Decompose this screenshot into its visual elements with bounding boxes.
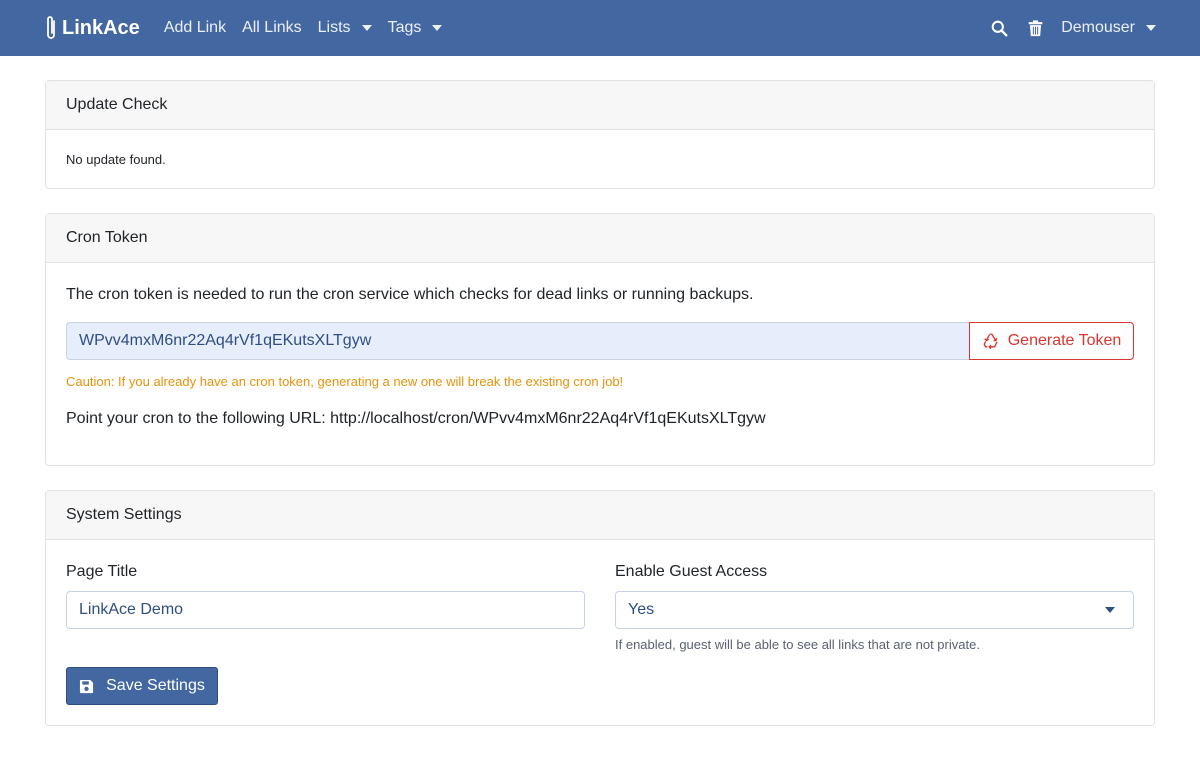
nav-right: Demouser — [989, 18, 1156, 38]
page-title-label: Page Title — [66, 563, 138, 580]
generate-token-button[interactable]: Generate Token — [969, 322, 1134, 360]
nav-links: Add Link All Links Lists Tags — [164, 19, 443, 37]
main-content: Update Check No update found. Cron Token… — [0, 56, 1200, 726]
page-title-input[interactable]: LinkAce Demo — [66, 591, 585, 629]
cron-token-description: The cron token is needed to run the cron… — [66, 286, 754, 303]
cron-token-title: Cron Token — [46, 214, 1154, 263]
cron-token-caution: Caution: If you already have an cron tok… — [66, 374, 624, 389]
guest-access-help: If enabled, guest will be able to see al… — [615, 637, 980, 652]
save-settings-label: Save Settings — [106, 677, 205, 694]
nav-add-link[interactable]: Add Link — [164, 19, 226, 37]
user-menu-dropdown[interactable]: Demouser — [1061, 19, 1156, 37]
brand-name: LinkAce — [62, 16, 140, 39]
trash-icon — [1028, 19, 1042, 36]
guest-access-group: Enable Guest Access Yes If enabled, gues… — [615, 560, 1134, 652]
brand-logo[interactable]: LinkAce — [45, 14, 140, 42]
nav-lists-dropdown[interactable]: Lists — [318, 19, 372, 37]
guest-access-value: Yes — [628, 601, 655, 618]
generate-token-label: Generate Token — [1007, 332, 1122, 349]
update-check-card: Update Check No update found. — [45, 80, 1155, 189]
nav-tags-label: Tags — [387, 19, 422, 36]
token-input-group: WPvv4mxM6nr22Aq4rVf1qEKutsXLTgyw Generat… — [66, 322, 1134, 360]
save-icon — [80, 679, 94, 693]
save-settings-button[interactable]: Save Settings — [66, 667, 218, 705]
cron-url-text: Point your cron to the following URL: ht… — [66, 410, 766, 427]
top-navbar: LinkAce Add Link All Links Lists Tags De… — [0, 0, 1200, 56]
cron-token-card: Cron Token The cron token is needed to r… — [45, 213, 1155, 466]
cron-token-field[interactable]: WPvv4mxM6nr22Aq4rVf1qEKutsXLTgyw — [66, 322, 969, 360]
system-settings-title: System Settings — [46, 491, 1154, 540]
update-check-title: Update Check — [46, 81, 1154, 130]
chevron-down-icon — [361, 25, 372, 31]
system-settings-card: System Settings Page Title LinkAce Demo … — [45, 490, 1155, 726]
chevron-down-icon — [1105, 607, 1115, 613]
nav-all-links[interactable]: All Links — [242, 19, 302, 37]
recycle-icon — [983, 333, 998, 350]
search-button[interactable] — [989, 18, 1009, 38]
chevron-down-icon — [432, 25, 443, 31]
guest-access-label: Enable Guest Access — [615, 563, 768, 580]
user-name: Demouser — [1061, 19, 1135, 36]
search-icon — [991, 20, 1008, 36]
chevron-down-icon — [1146, 25, 1156, 31]
settings-grid: Page Title LinkAce Demo Enable Guest Acc… — [66, 560, 1134, 652]
update-check-message: No update found. — [66, 152, 166, 167]
paperclip-icon — [47, 16, 55, 39]
nav-lists-label: Lists — [317, 19, 351, 36]
trash-button[interactable] — [1025, 18, 1045, 38]
page-title-group: Page Title LinkAce Demo — [66, 560, 585, 652]
guest-access-select[interactable]: Yes — [615, 591, 1134, 629]
nav-tags-dropdown[interactable]: Tags — [388, 19, 443, 37]
